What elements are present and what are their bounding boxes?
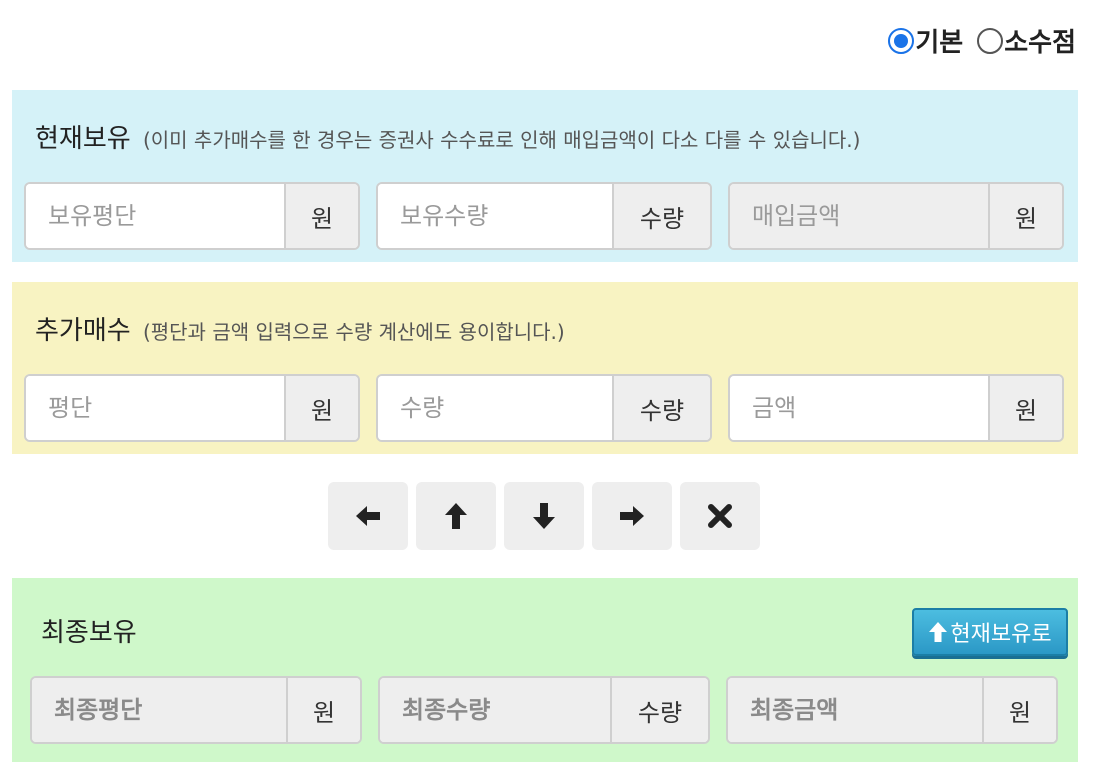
move-down-button[interactable] — [504, 482, 584, 550]
current-amount-group: 원 — [728, 182, 1064, 250]
final-amount-input — [728, 678, 982, 742]
current-amount-input — [730, 184, 988, 248]
move-left-button[interactable] — [328, 482, 408, 550]
current-avg-price-unit: 원 — [284, 184, 358, 248]
mode-option-basic-label: 기본 — [915, 28, 964, 58]
arrow-left-icon — [356, 506, 380, 526]
final-quantity-unit: 수량 — [610, 678, 708, 742]
final-quantity-group: 수량 — [378, 676, 710, 744]
additional-purchase-panel: 추가매수 (평단과 금액 입력으로 수량 계산에도 용이합니다.) 원 수량 원 — [12, 282, 1078, 454]
additional-amount-input[interactable] — [730, 376, 988, 440]
current-holdings-panel: 현재보유 (이미 추가매수를 한 경우는 증권사 수수료로 인해 매입금액이 다… — [12, 90, 1078, 262]
additional-amount-unit: 원 — [988, 376, 1062, 440]
additional-quantity-unit: 수량 — [612, 376, 710, 440]
action-buttons — [328, 482, 760, 550]
additional-purchase-heading: 추가매수 — [35, 316, 131, 346]
arrow-up-icon — [445, 503, 467, 529]
additional-purchase-note: (평단과 금액 입력으로 수량 계산에도 용이합니다.) — [142, 320, 565, 344]
arrow-down-icon — [533, 503, 555, 529]
final-avg-price-unit: 원 — [286, 678, 360, 742]
current-avg-price-group: 원 — [24, 182, 360, 250]
mode-selector: 기본 소수점 — [888, 22, 1076, 59]
current-holdings-note: (이미 추가매수를 한 경우는 증권사 수수료로 인해 매입금액이 다소 다를 … — [142, 128, 861, 152]
close-icon — [708, 504, 732, 528]
additional-quantity-input[interactable] — [378, 376, 612, 440]
additional-purchase-title: 추가매수 (평단과 금액 입력으로 수량 계산에도 용이합니다.) — [35, 310, 565, 347]
move-right-button[interactable] — [592, 482, 672, 550]
final-holdings-panel: 최종보유 현재보유로 원 수량 원 — [12, 578, 1078, 762]
current-quantity-unit: 수량 — [612, 184, 710, 248]
final-amount-unit: 원 — [982, 678, 1056, 742]
final-holdings-title: 최종보유 — [41, 618, 137, 648]
mode-option-decimal[interactable]: 소수점 — [977, 22, 1076, 59]
radio-decimal[interactable] — [977, 27, 1004, 54]
current-holdings-title: 현재보유 (이미 추가매수를 한 경우는 증권사 수수료로 인해 매입금액이 다… — [35, 118, 860, 155]
final-avg-price-input — [32, 678, 286, 742]
current-quantity-group: 수량 — [376, 182, 712, 250]
final-avg-price-group: 원 — [30, 676, 362, 744]
additional-price-unit: 원 — [284, 376, 358, 440]
current-avg-price-input[interactable] — [26, 184, 284, 248]
move-up-button[interactable] — [416, 482, 496, 550]
final-quantity-input — [380, 678, 610, 742]
final-amount-group: 원 — [726, 676, 1058, 744]
to-current-button[interactable]: 현재보유로 — [912, 608, 1068, 656]
additional-quantity-group: 수량 — [376, 374, 712, 442]
arrow-up-icon — [929, 622, 948, 642]
additional-price-input[interactable] — [26, 376, 284, 440]
clear-button[interactable] — [680, 482, 760, 550]
additional-price-group: 원 — [24, 374, 360, 442]
current-amount-unit: 원 — [988, 184, 1062, 248]
arrow-right-icon — [620, 506, 644, 526]
current-holdings-heading: 현재보유 — [35, 124, 131, 154]
to-current-label: 현재보유로 — [950, 622, 1052, 647]
mode-option-basic[interactable]: 기본 — [888, 22, 963, 59]
additional-amount-group: 원 — [728, 374, 1064, 442]
mode-option-decimal-label: 소수점 — [1004, 28, 1076, 58]
radio-basic[interactable] — [888, 27, 915, 54]
current-quantity-input[interactable] — [378, 184, 612, 248]
